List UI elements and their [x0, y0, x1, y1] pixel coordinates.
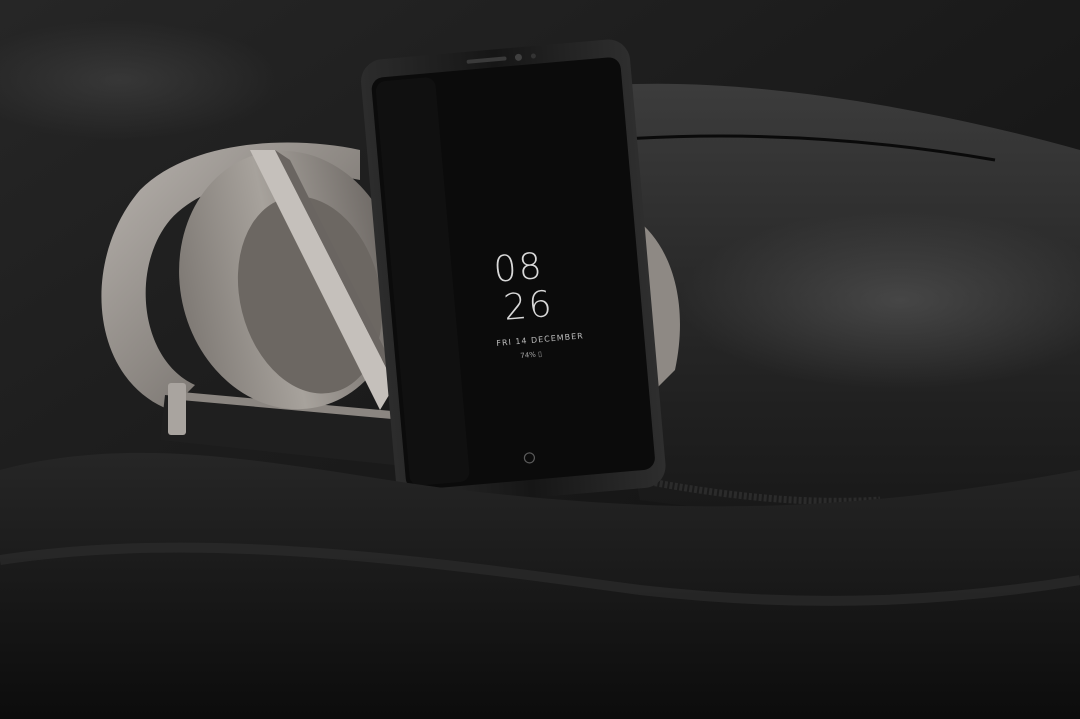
headphone-slider [168, 383, 186, 435]
smartphone [361, 39, 666, 508]
photo-illustration [0, 0, 1080, 719]
photo-scene: 08 26 FRI 14 DECEMBER 74% ▯ [0, 0, 1080, 719]
